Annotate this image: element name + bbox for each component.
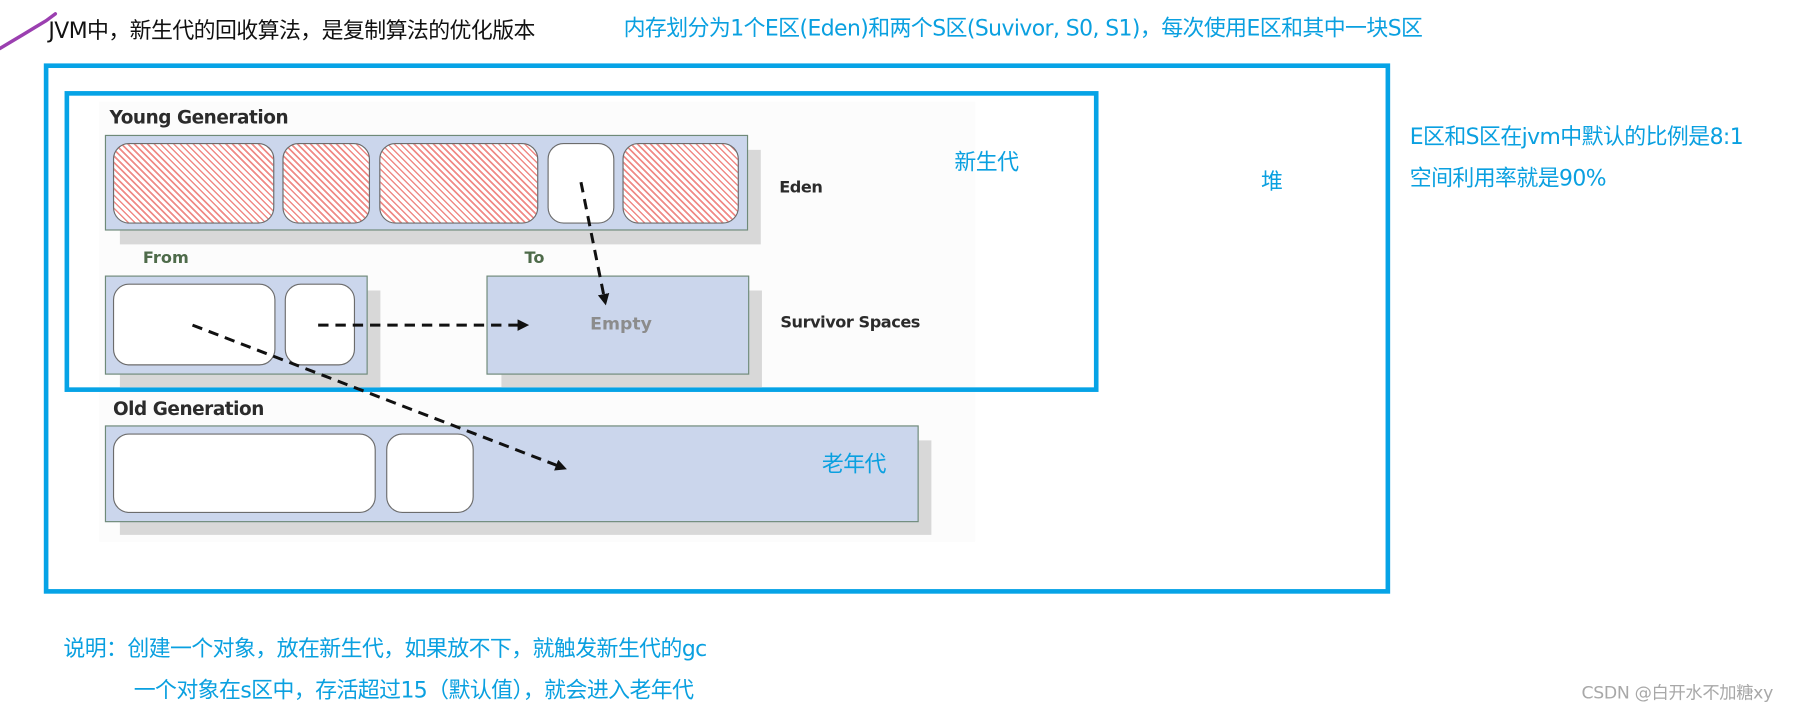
eden-slot-occupied xyxy=(282,142,371,224)
from-slot-small xyxy=(284,283,356,366)
young-generation-cn-label: 新生代 xyxy=(954,149,1019,176)
old-generation-cn-label: 老年代 xyxy=(821,451,887,478)
from-slot-large xyxy=(112,283,276,366)
to-label: To xyxy=(524,249,545,268)
old-slot-large xyxy=(112,433,376,513)
heap-cn-label: 堆 xyxy=(1261,169,1283,195)
footer-line1: 说明：创建一个对象，放在新生代，如果放不下，就触发新生代的gc xyxy=(63,636,707,662)
footer-line2: 一个对象在s区中，存活超过15（默认值），就会进入老年代 xyxy=(133,677,694,704)
eden-label: Eden xyxy=(779,178,823,198)
watermark: CSDN @白开水不加糖xy xyxy=(1581,682,1774,704)
header-title: JVM中，新生代的回收算法，是复制算法的优化版本 xyxy=(48,18,535,44)
survivor-spaces-label: Survivor Spaces xyxy=(780,313,920,333)
canvas: JVM中，新生代的回收算法，是复制算法的优化版本 内存划分为1个E区(Eden)… xyxy=(0,0,1804,709)
from-label: From xyxy=(142,249,189,268)
old-generation-title: Old Generation xyxy=(112,397,264,420)
young-generation-title: Young Generation xyxy=(109,106,289,128)
eden-slot-free xyxy=(547,142,615,224)
ratio-note-line1: E区和S区在jvm中默认的比例是8:1 xyxy=(1409,124,1744,150)
ratio-note-line2: 空间利用率就是90% xyxy=(1409,166,1607,192)
eden-slot-occupied xyxy=(622,142,739,224)
old-slot-small xyxy=(386,433,474,513)
empty-label: Empty xyxy=(590,313,652,335)
header-note: 内存划分为1个E区(Eden)和两个S区(Suvivor, S0, S1)，每次… xyxy=(623,16,1423,42)
eden-slot-occupied xyxy=(379,142,539,224)
eden-slot-occupied xyxy=(112,142,275,224)
